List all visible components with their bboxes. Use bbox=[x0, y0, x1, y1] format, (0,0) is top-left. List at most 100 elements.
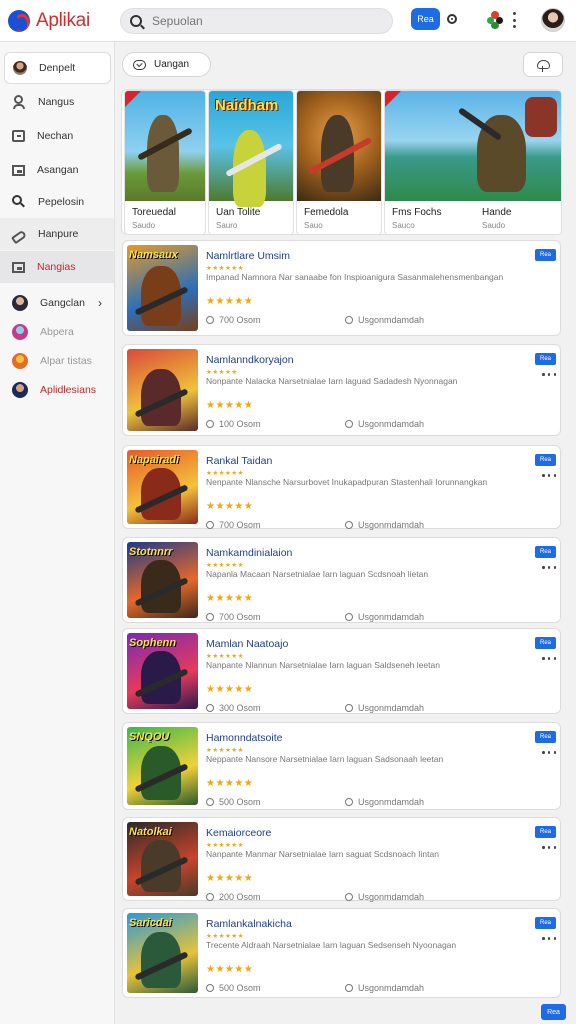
app-title[interactable]: Namlrtlare Umsim bbox=[206, 250, 290, 262]
thumbnail-text: Napairadi bbox=[129, 454, 180, 466]
sidebar-item-group[interactable]: Gangclan › bbox=[0, 287, 114, 319]
list-item[interactable]: Namsaux Namlrtlare Umsim ★★★★★★ Impanad Nam… bbox=[122, 240, 561, 336]
app-description: Napanla Macaan Narsetnialae Iarn laguan … bbox=[206, 569, 429, 579]
target-icon[interactable] bbox=[447, 14, 457, 24]
more-options-icon[interactable] bbox=[542, 846, 556, 850]
clock-icon bbox=[345, 420, 353, 428]
person-icon bbox=[12, 95, 26, 109]
get-button[interactable]: Rea bbox=[535, 546, 556, 558]
app-size: 100 Osom bbox=[206, 419, 261, 429]
app-title[interactable]: Kemaiorceore bbox=[206, 827, 271, 839]
search-input[interactable] bbox=[152, 14, 372, 28]
download-icon bbox=[206, 521, 214, 529]
user-avatar[interactable] bbox=[541, 8, 565, 32]
app-description: Nanpante Nlannun Narsetnialae Iarn lagua… bbox=[206, 660, 440, 670]
frame-icon bbox=[12, 164, 25, 176]
sidebar-item-label: Aplidlesians bbox=[40, 384, 97, 396]
list-item[interactable]: Napairadi Rankal Taidan ★★★★★★ Nenpante Nla… bbox=[122, 445, 561, 530]
sidebar-item-frames[interactable]: Asangan bbox=[0, 154, 114, 186]
clock-icon bbox=[345, 521, 353, 529]
app-updated-label: Usgonmdamdah bbox=[358, 797, 425, 807]
app-updated: Usgonmdamdah bbox=[345, 703, 424, 713]
app-size-label: 500 Osom bbox=[219, 797, 261, 807]
star-rating: ★★★★★ bbox=[206, 593, 254, 604]
featured-card[interactable]: Femedola Sauo bbox=[296, 90, 382, 235]
sidebar-item-images[interactable]: Nangias bbox=[0, 251, 114, 283]
sidebar-item-search[interactable]: Pepelosin bbox=[0, 186, 114, 218]
list-item[interactable]: Sophenn Mamlan Naatoajo ★★★★★★ Nanpante Nla… bbox=[122, 628, 561, 714]
sidebar-item-label: Asangan bbox=[37, 164, 79, 176]
featured-card[interactable]: Toreuedal Saudo bbox=[124, 90, 206, 235]
featured-subtitle: Saudo bbox=[132, 221, 156, 230]
list-item[interactable]: Natolkai Kemaiorceore ★★★★★★ Nanpante Manma… bbox=[122, 817, 561, 902]
search-icon bbox=[12, 195, 26, 209]
more-options-icon[interactable] bbox=[513, 12, 517, 28]
star-rating: ★★★★★ bbox=[206, 296, 254, 307]
get-button[interactable]: Rea bbox=[535, 353, 556, 365]
rating-row: ★★★★★★ bbox=[206, 470, 244, 477]
app-updated: Usgonmdamdah bbox=[345, 315, 424, 325]
inbox-icon bbox=[12, 130, 25, 142]
app-title[interactable]: Rankal Taidan bbox=[206, 455, 272, 467]
get-button[interactable]: Rea bbox=[535, 731, 556, 743]
featured-title: Hande bbox=[482, 207, 512, 218]
featured-subtitle: Sauco bbox=[392, 221, 415, 230]
more-options-icon[interactable] bbox=[542, 937, 556, 941]
sidebar: Denpelt Nangus Nechan Asangan Pepelosin … bbox=[0, 42, 115, 1024]
sidebar-item-sub3[interactable]: Aplidlesians bbox=[0, 374, 114, 406]
header-button[interactable]: Rea bbox=[411, 8, 440, 30]
more-options-icon[interactable] bbox=[542, 751, 556, 755]
thumbnail-text: SNQOU bbox=[129, 731, 170, 743]
app-title[interactable]: Namkamdinialaion bbox=[206, 547, 292, 559]
featured-image: Naidham bbox=[209, 91, 293, 207]
download-icon bbox=[206, 798, 214, 806]
list-item[interactable]: Saricdai Ramlankalnakicha ★★★★★★ Trecente A… bbox=[122, 908, 561, 998]
app-title[interactable]: Hamonndatsoite bbox=[206, 732, 282, 744]
sidebar-item-tags[interactable]: Hanpure bbox=[0, 218, 114, 250]
rating-row: ★★★★★★ bbox=[206, 842, 244, 849]
sidebar-item-sub2[interactable]: Alpar tistas bbox=[0, 345, 114, 377]
list-item[interactable]: Stotnnrr Namkamdinialaion ★★★★★★ Napanla Ma… bbox=[122, 537, 561, 623]
sidebar-item-label: Hanpure bbox=[38, 228, 79, 240]
app-title[interactable]: Mamlan Naatoajo bbox=[206, 638, 288, 650]
apps-icon[interactable] bbox=[487, 11, 503, 29]
get-button[interactable]: Rea bbox=[535, 637, 556, 649]
app-thumbnail: Napairadi bbox=[127, 450, 198, 524]
download-icon bbox=[206, 704, 214, 712]
cloud-button[interactable] bbox=[523, 52, 563, 77]
featured-banner: Naidham bbox=[215, 97, 279, 114]
more-options-icon[interactable] bbox=[542, 657, 556, 661]
more-options-icon[interactable] bbox=[542, 474, 556, 478]
thumbnail-text: Namsaux bbox=[129, 249, 178, 261]
get-button[interactable]: Rea bbox=[535, 826, 556, 838]
app-title[interactable]: Ramlankalnakicha bbox=[206, 918, 292, 930]
list-item[interactable]: SNQOU Hamonndatsoite ★★★★★★ Neppante Nansor… bbox=[122, 722, 561, 810]
list-item[interactable]: Namlanndkoryajon ★★★★★ Nonpante Nalacka Na… bbox=[122, 344, 561, 436]
bottom-badge[interactable]: Rea bbox=[541, 1004, 566, 1020]
featured-card[interactable]: Naidham Uan Tolite Sauro bbox=[208, 90, 294, 235]
sidebar-item-people[interactable]: Nangus bbox=[0, 86, 114, 118]
more-options-icon[interactable] bbox=[542, 373, 556, 377]
app-updated: Usgonmdamdah bbox=[345, 797, 424, 807]
rating-row: ★★★★★★ bbox=[206, 747, 244, 754]
get-button[interactable]: Rea bbox=[535, 249, 556, 261]
search-bar[interactable] bbox=[120, 8, 393, 34]
featured-card[interactable]: Fms Fochs Sauco Hande Saudo bbox=[384, 90, 562, 235]
filter-chip[interactable]: Uangan bbox=[122, 52, 211, 77]
sidebar-item-profile[interactable]: Denpelt bbox=[4, 52, 111, 84]
app-title[interactable]: Namlanndkoryajon bbox=[206, 354, 294, 366]
star-rating: ★★★★★ bbox=[206, 501, 254, 512]
get-button[interactable]: Rea bbox=[535, 454, 556, 466]
get-button[interactable]: Rea bbox=[535, 917, 556, 929]
tag-icon bbox=[10, 229, 28, 245]
sidebar-item-inbox[interactable]: Nechan bbox=[0, 120, 114, 152]
app-description: Impanad Namnora Nar sanaabe fon Inspioan… bbox=[206, 272, 504, 282]
app-size: 300 Osom bbox=[206, 703, 261, 713]
more-options-icon[interactable] bbox=[542, 566, 556, 570]
avatar-icon bbox=[12, 295, 28, 311]
app-updated: Usgonmdamdah bbox=[345, 520, 424, 530]
search-icon bbox=[130, 15, 142, 27]
app-logo[interactable]: Aplikai bbox=[8, 9, 118, 32]
sidebar-item-sub1[interactable]: Abpera bbox=[0, 316, 114, 348]
download-icon bbox=[206, 613, 214, 621]
